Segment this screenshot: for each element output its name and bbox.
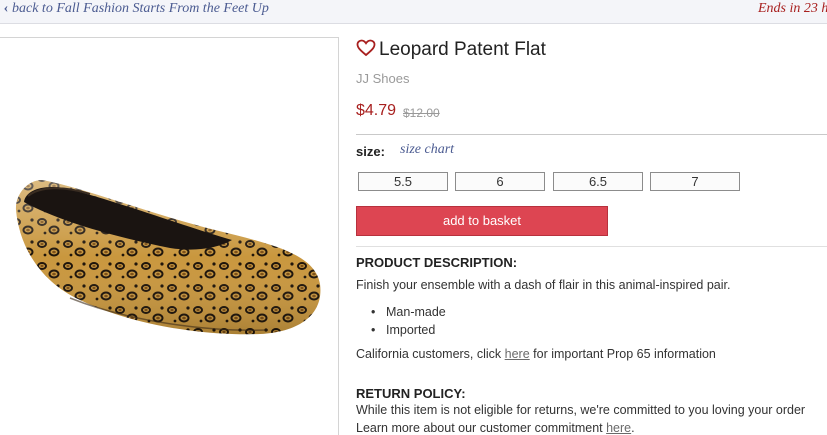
- product-image: [15, 180, 321, 335]
- sale-price: $4.79: [356, 102, 397, 119]
- brand-name: JJ Shoes: [356, 71, 410, 86]
- prop65-suffix: for important Prop 65 information: [529, 347, 716, 361]
- return-policy-heading: RETURN POLICY:: [356, 386, 466, 401]
- return-policy-text: While this item is not eligible for retu…: [356, 403, 806, 417]
- size-option-5-5[interactable]: 5.5: [358, 172, 448, 191]
- product-description-heading: PRODUCT DESCRIPTION:: [356, 255, 518, 270]
- divider: [356, 134, 827, 135]
- add-to-basket-button[interactable]: add to basket: [356, 206, 608, 236]
- product-title: Leopard Patent Flat: [379, 39, 546, 60]
- prop65-prefix: California customers, click: [356, 347, 505, 361]
- list-item: Imported: [370, 321, 446, 339]
- size-chart-link[interactable]: size chart: [400, 142, 454, 158]
- feature-list: Man-made Imported: [370, 303, 446, 339]
- commitment-link[interactable]: here: [606, 421, 631, 435]
- commitment-suffix: .: [631, 421, 635, 435]
- commitment-prefix: Learn more about our customer commitment: [356, 421, 607, 435]
- original-price: $12.00: [403, 106, 440, 120]
- size-option-6[interactable]: 6: [455, 172, 545, 191]
- product-title-row: Leopard Patent Flat: [356, 39, 546, 61]
- top-nav-bar: ‹ back to Fall Fashion Starts From the Fe…: [0, 0, 827, 24]
- divider: [356, 246, 827, 247]
- prop65-notice: California customers, click here for imp…: [356, 347, 716, 361]
- heart-icon[interactable]: [356, 39, 376, 57]
- list-item: Man-made: [370, 303, 446, 321]
- size-option-6-5[interactable]: 6.5: [553, 172, 643, 191]
- size-option-7[interactable]: 7: [650, 172, 740, 191]
- product-image-panel: [0, 37, 339, 435]
- size-label: size:: [356, 144, 385, 159]
- sale-countdown: Ends in 23 h: [758, 1, 827, 16]
- chevron-left-icon: ‹: [3, 1, 9, 16]
- prop65-link[interactable]: here: [505, 347, 530, 361]
- customer-commitment-text: Learn more about our customer commitment…: [356, 421, 635, 435]
- back-link[interactable]: ‹ back to Fall Fashion Starts From the Fe…: [0, 1, 269, 17]
- back-link-label: back to Fall Fashion Starts From the Fee…: [12, 1, 269, 16]
- product-description-text: Finish your ensemble with a dash of flai…: [356, 278, 731, 292]
